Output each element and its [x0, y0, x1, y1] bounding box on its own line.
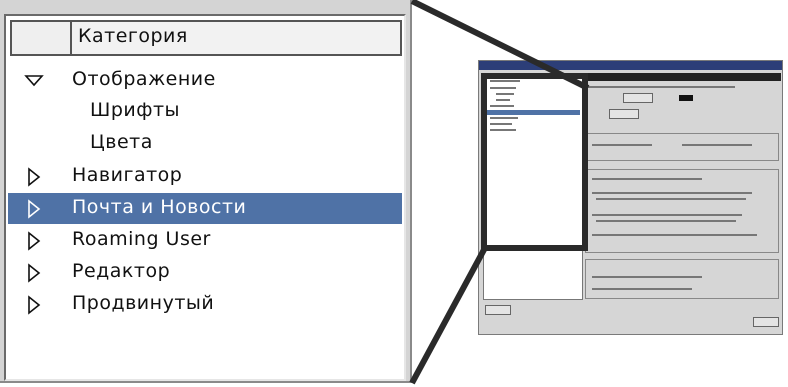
mini-group-box: [585, 133, 779, 161]
tree-item-label: Почта и Новости: [72, 196, 247, 218]
tree-item-redaktor[interactable]: Редактор: [8, 257, 402, 288]
mini-text-line: [596, 220, 736, 222]
mini-text-line: [592, 144, 652, 146]
mini-text-line: [592, 178, 702, 180]
preferences-dialog-thumbnail: [478, 60, 783, 335]
connector-line-bottom: [409, 244, 489, 385]
header-spacer-cell: [12, 22, 72, 54]
mini-text-line: [682, 144, 752, 146]
tree-item-otobrazhenie[interactable]: Отображение: [8, 65, 402, 96]
mini-text-line: [496, 93, 514, 95]
tree-item-label: Roaming User: [72, 228, 211, 250]
tree-item-label: Отображение: [72, 68, 216, 90]
mini-pane-header: [583, 73, 781, 81]
mini-text-line: [490, 117, 518, 119]
tree-item-roaming-user[interactable]: Roaming User: [8, 225, 402, 256]
mini-text-line: [596, 198, 746, 200]
magnified-category-panel: Категория Отображение Шрифты Цвета Навиг…: [0, 0, 412, 383]
mini-text-line: [585, 86, 735, 88]
collapsed-triangle-icon[interactable]: [24, 263, 44, 283]
collapsed-triangle-icon[interactable]: [24, 295, 44, 315]
category-header-label: Категория: [78, 25, 188, 47]
mini-text-line: [490, 80, 520, 82]
mini-settings-pane: [583, 73, 781, 331]
mini-text-line: [592, 276, 702, 278]
tree-item-label: Навигатор: [72, 164, 183, 186]
mini-text-line: [496, 99, 510, 101]
collapsed-triangle-icon[interactable]: [24, 231, 44, 251]
mini-title-bar: [479, 61, 782, 70]
mini-text-line: [592, 214, 742, 216]
tree-item-label: Продвинутый: [72, 292, 215, 314]
mini-group-box: [585, 169, 779, 253]
category-tree: Категория Отображение Шрифты Цвета Навиг…: [4, 14, 406, 381]
tree-item-label: Шрифты: [90, 99, 181, 121]
tree-item-label: Редактор: [72, 260, 171, 282]
expanded-triangle-icon[interactable]: [24, 71, 44, 91]
mini-group-box: [585, 259, 779, 299]
tree-item-navigator[interactable]: Навигатор: [8, 161, 402, 192]
mini-selected-row: [485, 110, 580, 115]
tree-item-shrifty[interactable]: Шрифты: [8, 96, 402, 127]
mini-dropdown: [623, 93, 653, 103]
collapsed-triangle-icon[interactable]: [24, 199, 44, 219]
mini-text-line: [490, 129, 516, 131]
mini-text-line: [490, 105, 514, 107]
mini-dropdown: [609, 109, 639, 119]
mini-text-line: [592, 192, 752, 194]
mini-text-line: [592, 234, 757, 236]
mini-text-line: [490, 123, 512, 125]
tree-item-prodvinutyi[interactable]: Продвинутый: [8, 289, 402, 320]
collapsed-triangle-icon[interactable]: [24, 167, 44, 187]
tree-item-pochta-i-novosti[interactable]: Почта и Новости: [8, 193, 402, 224]
tree-item-tsveta[interactable]: Цвета: [8, 128, 402, 159]
category-column-header[interactable]: Категория: [10, 20, 402, 56]
mini-color-swatch: [679, 95, 693, 101]
mini-category-tree: [483, 73, 583, 300]
mini-text-line: [592, 288, 692, 290]
mini-help-button: [485, 305, 511, 315]
mini-text-line: [490, 87, 516, 89]
tree-item-label: Цвета: [90, 131, 153, 153]
mini-cancel-button: [753, 317, 779, 327]
